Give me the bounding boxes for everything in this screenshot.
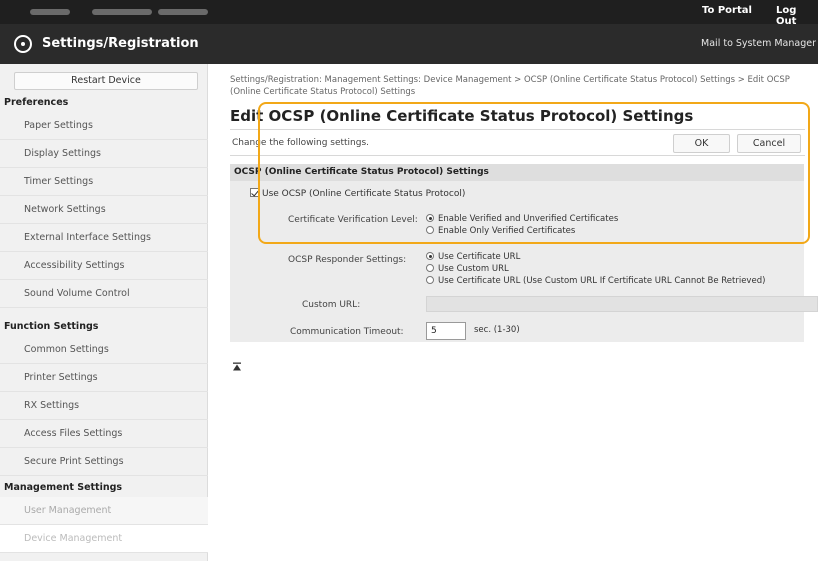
resp-option-2-label: Use Custom URL	[438, 264, 509, 274]
blurred-text	[92, 9, 152, 15]
sidebar-item-display-settings[interactable]: Display Settings	[0, 140, 208, 168]
highlight-frame	[258, 102, 810, 244]
radio-selected-icon[interactable]	[426, 252, 434, 260]
section-preferences: Preferences	[4, 97, 69, 108]
blurred-text	[158, 9, 208, 15]
to-portal-link[interactable]: To Portal	[702, 5, 752, 16]
top-bar: To Portal Log Out	[0, 0, 818, 27]
restart-device-button[interactable]: Restart Device	[14, 72, 198, 90]
sidebar-item-common-settings[interactable]: Common Settings	[0, 336, 208, 364]
sidebar-item-rx-settings[interactable]: RX Settings	[0, 392, 208, 420]
mail-to-system-manager-link[interactable]: Mail to System Manager	[701, 38, 816, 49]
resp-option-1-label: Use Certificate URL	[438, 252, 521, 262]
resp-option-cert-url-fallback[interactable]: Use Certificate URL (Use Custom URL If C…	[426, 276, 765, 286]
sidebar-item-accessibility-settings[interactable]: Accessibility Settings	[0, 252, 208, 280]
breadcrumb: Settings/Registration: Management Settin…	[230, 75, 790, 97]
custom-url-input[interactable]	[426, 296, 818, 312]
sidebar-item-network-settings[interactable]: Network Settings	[0, 196, 208, 224]
timeout-unit: sec. (1-30)	[474, 325, 520, 335]
section-management-settings: Management Settings	[4, 482, 123, 493]
sidebar: Restart Device Preferences Paper Setting…	[0, 64, 208, 561]
sidebar-item-paper-settings[interactable]: Paper Settings	[0, 112, 208, 140]
radio-icon[interactable]	[426, 276, 434, 284]
sidebar-item-external-interface-settings[interactable]: External Interface Settings	[0, 224, 208, 252]
sidebar-item-printer-settings[interactable]: Printer Settings	[0, 364, 208, 392]
section-function-settings: Function Settings	[4, 321, 99, 332]
resp-option-cert-url[interactable]: Use Certificate URL	[426, 252, 520, 262]
sidebar-item-secure-print-settings[interactable]: Secure Print Settings	[0, 448, 208, 476]
settings-gear-icon	[14, 35, 32, 53]
sidebar-item-device-management[interactable]: Device Management	[0, 525, 208, 553]
sidebar-item-sound-volume-control[interactable]: Sound Volume Control	[0, 280, 208, 308]
sidebar-item-timer-settings[interactable]: Timer Settings	[0, 168, 208, 196]
header-title: Settings/Registration	[42, 36, 199, 51]
header-bar: Settings/Registration Mail to System Man…	[0, 24, 818, 64]
timeout-input[interactable]: 5	[426, 322, 466, 340]
radio-icon[interactable]	[426, 264, 434, 272]
timeout-label: Communication Timeout:	[290, 327, 404, 337]
sidebar-item-access-files-settings[interactable]: Access Files Settings	[0, 420, 208, 448]
main-content: Settings/Registration: Management Settin…	[214, 64, 818, 561]
resp-option-custom-url[interactable]: Use Custom URL	[426, 264, 509, 274]
custom-url-label: Custom URL:	[302, 300, 361, 310]
blurred-text	[30, 9, 70, 15]
resp-option-3-label: Use Certificate URL (Use Custom URL If C…	[438, 276, 766, 286]
responder-settings-label: OCSP Responder Settings:	[288, 255, 407, 265]
sidebar-item-user-management[interactable]: User Management	[0, 497, 208, 525]
back-to-top-icon[interactable]	[232, 362, 242, 372]
